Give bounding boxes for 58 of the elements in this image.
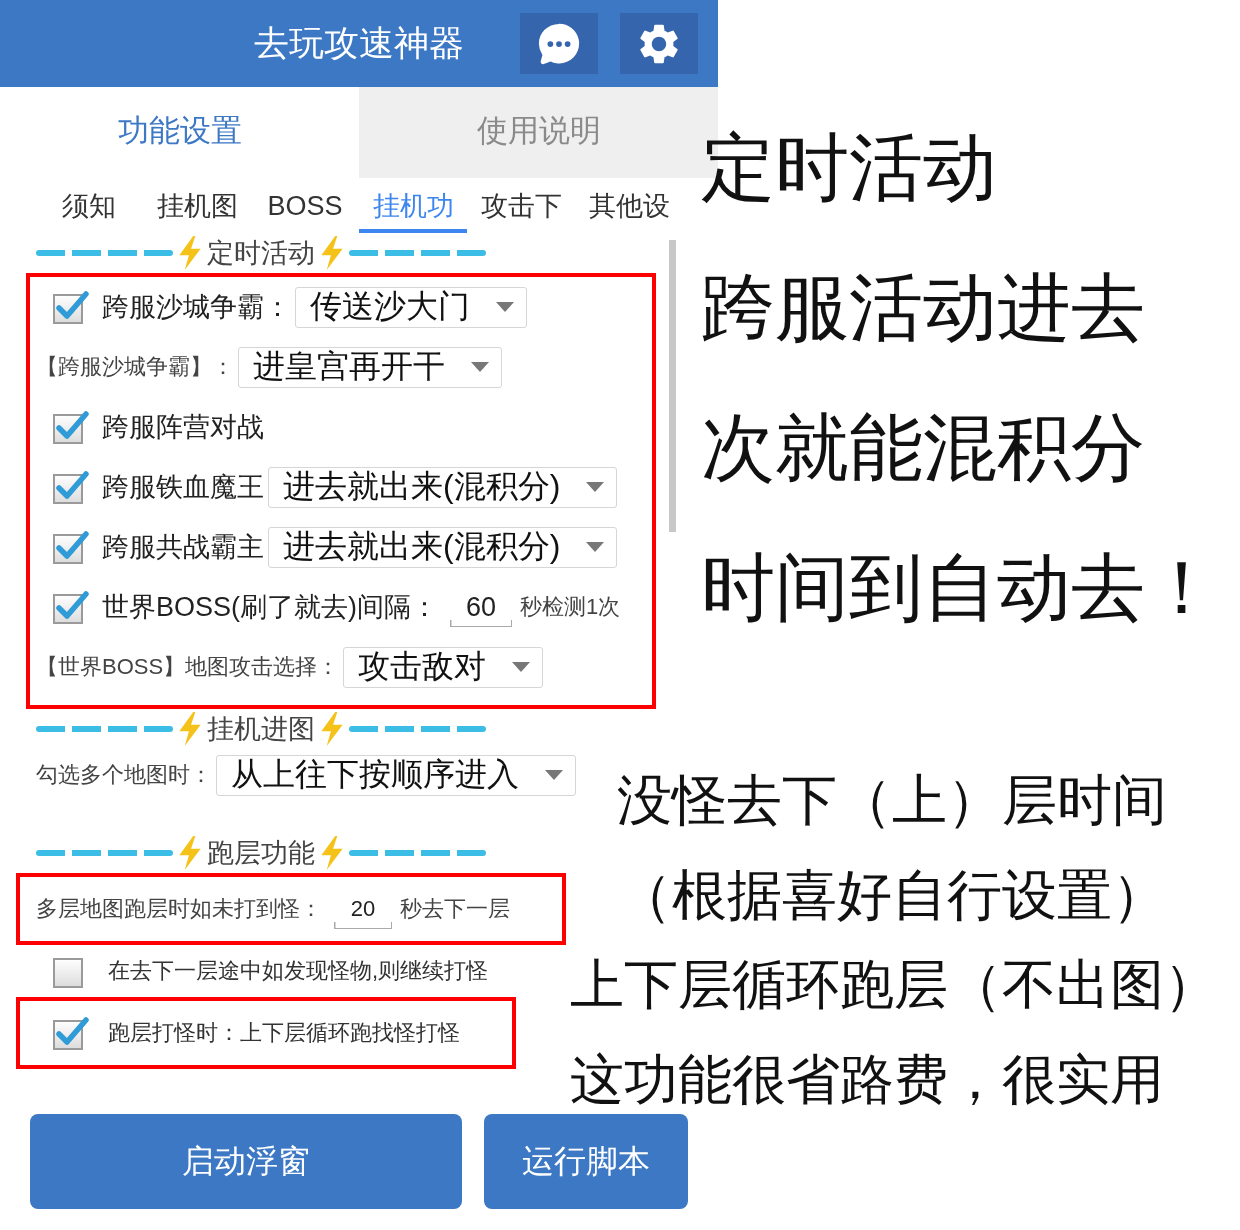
chat-button[interactable] bbox=[520, 13, 598, 74]
caret-icon bbox=[545, 770, 563, 780]
annotation-text: 时间到自动去！ bbox=[701, 543, 1219, 632]
sub-tab[interactable]: 须知 bbox=[35, 179, 143, 233]
dropdown[interactable]: 进去就出来(混积分) bbox=[268, 526, 618, 568]
sub-tab[interactable]: 其他设 bbox=[575, 179, 683, 233]
action-button[interactable]: 运行脚本 bbox=[484, 1114, 688, 1209]
annotation-text: （根据喜好自行设置） bbox=[617, 863, 1167, 927]
option-label: 跨服共战霸主 bbox=[102, 531, 264, 564]
dropdown[interactable]: 攻击敌对 bbox=[343, 646, 544, 688]
annotation-text: 次就能混积分 bbox=[701, 403, 1145, 492]
option-label: 世界BOSS(刷了就去)间隔： bbox=[102, 591, 438, 624]
checkbox[interactable] bbox=[52, 409, 90, 445]
lightning-icon bbox=[319, 836, 345, 870]
section-title: 定时活动 bbox=[207, 237, 315, 270]
sub-tab[interactable]: 挂机图 bbox=[143, 179, 251, 233]
annotation-text: 上下层循环跑层（不出图） bbox=[570, 953, 1218, 1017]
checkbox[interactable] bbox=[52, 1015, 90, 1051]
field-label: 多层地图跑层时如未打到怪： bbox=[36, 895, 322, 923]
caret-icon bbox=[586, 482, 605, 492]
dropdown[interactable]: 进皇宫再开干 bbox=[238, 346, 502, 388]
unit-label: 秒检测1次 bbox=[520, 593, 621, 621]
checkbox[interactable] bbox=[52, 529, 90, 565]
app-title: 去玩攻速神器 bbox=[254, 22, 464, 64]
section-title: 挂机进图 bbox=[207, 713, 315, 746]
option-label: 跨服铁血魔王 bbox=[102, 471, 264, 504]
unit-label: 秒去下一层 bbox=[400, 895, 510, 923]
annotation-text: 跨服活动进去 bbox=[701, 263, 1145, 352]
sub-tab[interactable]: 挂机功 bbox=[359, 179, 467, 233]
field-label: 【跨服沙城争霸】： bbox=[36, 353, 234, 381]
annotation-text: 没怪去下（上）层时间 bbox=[617, 768, 1167, 832]
section-title: 跑层功能 bbox=[207, 837, 315, 870]
sub-tab[interactable]: BOSS bbox=[251, 179, 359, 233]
lightning-icon bbox=[177, 712, 203, 746]
checkbox[interactable] bbox=[52, 289, 90, 325]
lightning-icon bbox=[177, 836, 203, 870]
caret-icon bbox=[586, 542, 605, 552]
dropdown[interactable]: 从上往下按顺序进入 bbox=[216, 754, 576, 796]
field-label: 【世界BOSS】地图攻击选择： bbox=[36, 653, 340, 681]
checkbox[interactable] bbox=[52, 589, 90, 625]
dropdown[interactable]: 进去就出来(混积分) bbox=[268, 466, 618, 508]
dropdown[interactable]: 传送沙大门 bbox=[295, 286, 527, 328]
caret-icon bbox=[512, 662, 531, 672]
annotation-text: 这功能很省路费，很实用 bbox=[570, 1048, 1164, 1112]
sub-tab[interactable]: 攻击下 bbox=[467, 179, 575, 233]
lightning-icon bbox=[319, 712, 345, 746]
caret-icon bbox=[496, 302, 514, 312]
lightning-icon bbox=[177, 236, 203, 270]
settings-button[interactable] bbox=[620, 13, 698, 74]
option-label: 跨服沙城争霸： bbox=[102, 291, 291, 324]
checkbox[interactable] bbox=[52, 469, 90, 505]
caret-icon bbox=[471, 362, 489, 372]
field-label: 勾选多个地图时： bbox=[36, 761, 212, 789]
option-label: 跑层打怪时：上下层循环跑找怪打怪 bbox=[108, 1019, 460, 1047]
option-label: 跨服阵营对战 bbox=[102, 411, 264, 444]
option-label: 在去下一层途中如发现怪物,则继续打怪 bbox=[108, 957, 489, 985]
lightning-icon bbox=[319, 236, 345, 270]
action-button[interactable]: 启动浮窗 bbox=[30, 1114, 462, 1209]
